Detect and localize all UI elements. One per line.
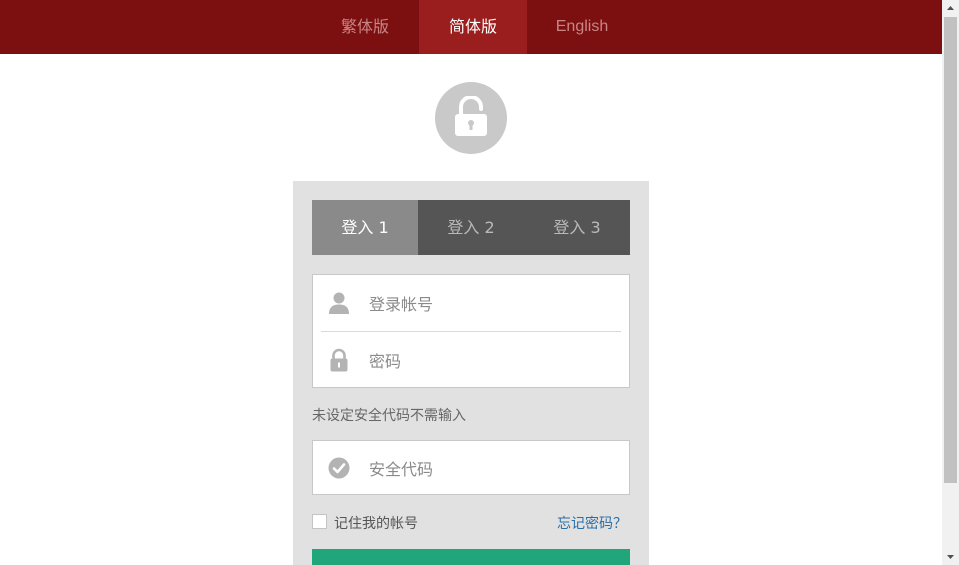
remember-label: 记住我的帐号 [334, 516, 418, 532]
language-bar: 繁体版 简体版 English [0, 0, 942, 54]
login-panel: 登入 1 登入 2 登入 3 未设定安全代码不 [293, 181, 649, 565]
tab-login-2[interactable]: 登入 2 [418, 200, 524, 255]
lang-simplified-chinese[interactable]: 简体版 [419, 0, 527, 54]
check-circle-icon [328, 457, 350, 479]
credentials-box [312, 274, 630, 388]
page: 繁体版 简体版 English 登入 1 登入 2 登入 3 登录帐号 未设定安… [0, 0, 959, 565]
user-icon [329, 292, 349, 314]
lang-traditional-chinese[interactable]: 繁体版 [320, 0, 410, 54]
scroll-up-arrow-icon[interactable] [942, 0, 959, 17]
login-tabs: 登入 1 登入 2 登入 3 [312, 200, 630, 255]
password-row [313, 332, 629, 388]
tab-login-1[interactable]: 登入 1 [312, 200, 418, 255]
tab-login-3[interactable]: 登入 3 [524, 200, 630, 255]
account-row [313, 275, 629, 331]
login-button[interactable] [312, 549, 630, 565]
lock-avatar [435, 82, 507, 154]
remember-checkbox[interactable] [312, 514, 327, 529]
lock-icon [330, 348, 348, 372]
vertical-scrollbar[interactable] [942, 0, 959, 565]
password-input[interactable] [369, 350, 609, 372]
unlocked-padlock-icon [455, 96, 487, 136]
lang-english[interactable]: English [537, 0, 627, 54]
security-code-box [312, 440, 630, 495]
forgot-password-link[interactable]: 忘记密码？ [557, 513, 627, 533]
scroll-thumb[interactable] [944, 17, 957, 483]
account-input[interactable] [369, 293, 609, 315]
security-code-input[interactable] [369, 458, 609, 480]
scroll-down-arrow-icon[interactable] [942, 548, 959, 565]
security-code-hint: 未设定安全代码不需输入 [312, 408, 466, 424]
